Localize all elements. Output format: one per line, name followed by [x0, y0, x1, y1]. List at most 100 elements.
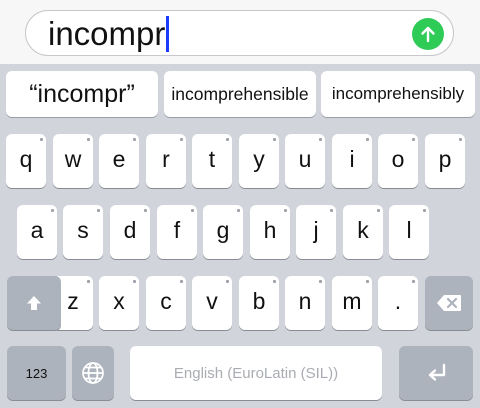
- key-label: .: [394, 287, 402, 314]
- long-press-indicator: [273, 280, 276, 283]
- key-k[interactable]: k: [343, 205, 383, 259]
- text-caret: [166, 16, 170, 52]
- long-press-indicator: [97, 209, 100, 212]
- key-label: o: [391, 145, 405, 172]
- shift-key[interactable]: [7, 276, 61, 330]
- long-press-indicator: [319, 138, 322, 141]
- key-label: h: [263, 216, 277, 243]
- long-press-indicator: [40, 138, 43, 141]
- key-g[interactable]: g: [203, 205, 243, 259]
- long-press-indicator: [459, 138, 462, 141]
- key-x[interactable]: x: [99, 276, 139, 330]
- key-e[interactable]: e: [99, 134, 139, 188]
- keyboard: “incompr” incomprehensible incomprehensi…: [0, 64, 480, 408]
- long-press-indicator: [144, 209, 147, 212]
- long-press-indicator: [284, 209, 287, 212]
- key-i[interactable]: i: [332, 134, 372, 188]
- return-icon: [428, 363, 446, 381]
- input-bar: incompr: [0, 0, 480, 65]
- key-label: w: [64, 145, 82, 172]
- key-v[interactable]: v: [192, 276, 232, 330]
- long-press-indicator: [226, 280, 229, 283]
- long-press-indicator: [366, 138, 369, 141]
- long-press-indicator: [412, 280, 415, 283]
- message-input-text: incompr: [48, 15, 170, 53]
- key-d[interactable]: d: [110, 205, 150, 259]
- suggestion-incomprehensible[interactable]: incomprehensible: [164, 71, 316, 117]
- key-label: l: [406, 216, 412, 243]
- typed-text: incompr: [48, 15, 166, 52]
- key-s[interactable]: s: [63, 205, 103, 259]
- key-label: q: [19, 145, 33, 172]
- key-label: d: [123, 216, 137, 243]
- long-press-indicator: [377, 209, 380, 212]
- key-label: i: [349, 145, 355, 172]
- space-bar[interactable]: English (EuroLatin (SIL)): [130, 346, 382, 400]
- key-label: x: [113, 287, 125, 314]
- key-label: a: [30, 216, 44, 243]
- key-label: b: [252, 287, 266, 314]
- long-press-indicator: [273, 138, 276, 141]
- shift-arrow-icon: [27, 296, 41, 310]
- long-press-indicator: [366, 280, 369, 283]
- key-label: f: [173, 216, 181, 243]
- long-press-indicator: [412, 138, 415, 141]
- key-label: p: [438, 145, 452, 172]
- key-label: j: [313, 216, 319, 243]
- key-label: u: [298, 145, 312, 172]
- long-press-indicator: [133, 138, 136, 141]
- key-label: m: [342, 287, 362, 314]
- long-press-indicator: [237, 209, 240, 212]
- key-a[interactable]: a: [17, 205, 57, 259]
- key-label: e: [112, 145, 126, 172]
- key-period[interactable]: .: [378, 276, 418, 330]
- backspace-icon: [437, 295, 461, 311]
- key-q[interactable]: q: [6, 134, 46, 188]
- numbers-key[interactable]: 123: [7, 346, 66, 400]
- key-label: t: [208, 145, 216, 172]
- suggestion-literal[interactable]: “incompr”: [6, 71, 158, 117]
- key-c[interactable]: c: [146, 276, 186, 330]
- key-label: y: [253, 145, 265, 172]
- key-m[interactable]: m: [332, 276, 372, 330]
- key-w[interactable]: w: [53, 134, 93, 188]
- long-press-indicator: [226, 138, 229, 141]
- long-press-indicator: [180, 280, 183, 283]
- long-press-indicator: [51, 209, 54, 212]
- key-label: n: [298, 287, 312, 314]
- suggestion-incomprehensibly[interactable]: incomprehensibly: [321, 71, 475, 117]
- key-l[interactable]: l: [389, 205, 429, 259]
- key-r[interactable]: r: [146, 134, 186, 188]
- return-key[interactable]: [399, 346, 473, 400]
- key-y[interactable]: y: [239, 134, 279, 188]
- key-label: v: [206, 287, 218, 314]
- long-press-indicator: [330, 209, 333, 212]
- long-press-indicator: [133, 280, 136, 283]
- key-j[interactable]: j: [296, 205, 336, 259]
- key-f[interactable]: f: [157, 205, 197, 259]
- key-h[interactable]: h: [250, 205, 290, 259]
- globe-key[interactable]: [72, 346, 114, 400]
- long-press-indicator: [423, 209, 426, 212]
- backspace-key[interactable]: [425, 276, 473, 330]
- key-b[interactable]: b: [239, 276, 279, 330]
- key-label: r: [162, 145, 170, 172]
- key-label: s: [77, 216, 89, 243]
- key-label: z: [67, 287, 79, 314]
- space-bar-label: English (EuroLatin (SIL)): [173, 364, 339, 382]
- key-t[interactable]: t: [192, 134, 232, 188]
- key-label: c: [160, 287, 172, 314]
- globe-icon: [82, 362, 104, 384]
- key-u[interactable]: u: [285, 134, 325, 188]
- long-press-indicator: [87, 138, 90, 141]
- send-button[interactable]: [412, 18, 444, 50]
- long-press-indicator: [191, 209, 194, 212]
- arrow-up-icon: [421, 26, 435, 43]
- key-o[interactable]: o: [378, 134, 418, 188]
- key-p[interactable]: p: [425, 134, 465, 188]
- key-label: g: [216, 216, 230, 243]
- long-press-indicator: [87, 280, 90, 283]
- message-input[interactable]: incompr: [25, 10, 454, 56]
- key-n[interactable]: n: [285, 276, 325, 330]
- long-press-indicator: [319, 280, 322, 283]
